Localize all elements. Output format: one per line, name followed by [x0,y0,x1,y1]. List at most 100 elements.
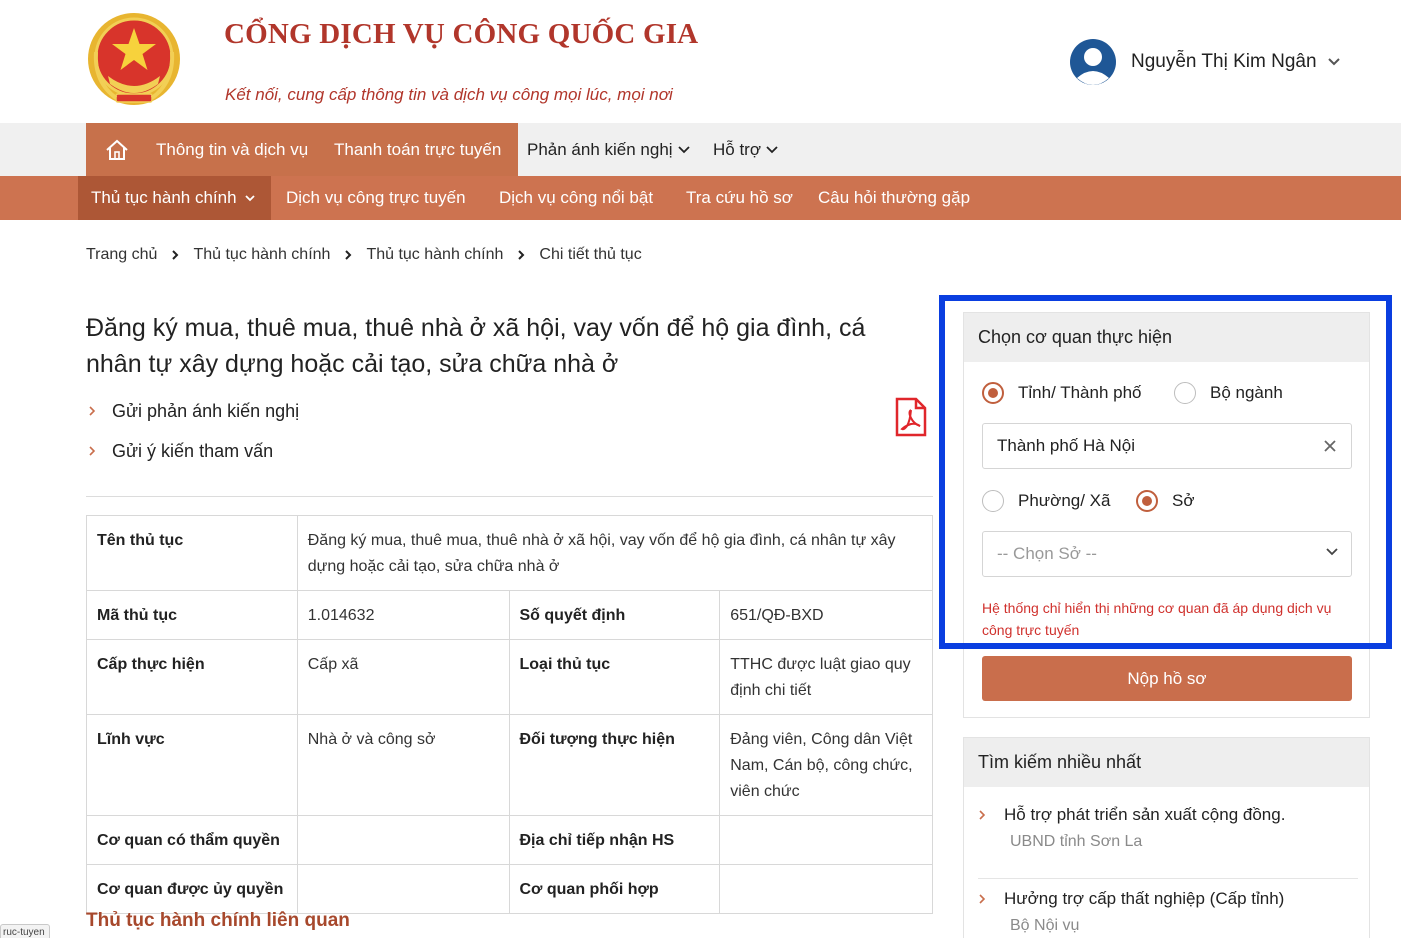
nav-faq[interactable]: Câu hỏi thường gặp [818,176,970,220]
popular-item-title: Hỗ trợ phát triển sản xuất cộng đồng. [1004,805,1286,824]
nav-online-payment[interactable]: Thanh toán trực tuyến [334,123,501,176]
nav-feedback[interactable]: Phản ánh kiến nghị [527,123,691,176]
table-value: 651/QĐ-BXD [719,590,933,640]
home-link[interactable] [104,123,130,176]
site-title[interactable]: CỔNG DỊCH VỤ CÔNG QUỐC GIA [224,18,698,51]
radio-checked-icon [982,382,1004,404]
province-select[interactable]: Thành phố Hà Nội [982,423,1352,469]
chevron-down-icon [766,145,778,153]
radio-ward[interactable]: Phường/ Xã [982,488,1110,514]
primary-nav: Thông tin và dịch vụ Thanh toán trực tuy… [0,123,1401,176]
breadcrumb-current: Chi tiết thủ tục [539,246,642,263]
chevron-down-icon [1326,548,1338,556]
pdf-icon[interactable] [894,396,928,438]
user-name: Nguyễn Thị Kim Ngân [1131,51,1317,72]
send-consultation-label: Gửi ý kiến tham vấn [112,440,274,461]
table-label: Lĩnh vực [86,714,298,816]
user-avatar-icon [1070,39,1116,85]
nav-admin-procedures[interactable]: Thủ tục hành chính [91,176,256,220]
chevron-right-icon [171,249,179,261]
breadcrumb-admin-procedures-2[interactable]: Thủ tục hành chính [366,246,503,264]
radio-unchecked-icon [982,490,1004,512]
table-label: Cấp thực hiện [86,639,298,715]
table-label: Cơ quan có thẩm quyền [86,815,298,865]
submit-dossier-button[interactable]: Nộp hồ sơ [982,656,1352,701]
chevron-right-icon [978,809,986,821]
related-procedures-title: Thủ tục hành chính liên quan [86,910,350,931]
table-label: Loại thủ tục [508,639,721,715]
nav-info-services[interactable]: Thông tin và dịch vụ [156,123,308,176]
table-row: Cơ quan có thẩm quyền Địa chỉ tiếp nhận … [86,815,933,865]
radio-province-label: Tỉnh/ Thành phố [1018,383,1142,402]
radio-unchecked-icon [1174,382,1196,404]
table-row: Cơ quan được ủy quyền Cơ quan phối hợp [86,864,933,914]
table-label: Mã thủ tục [86,590,298,640]
province-select-value: Thành phố Hà Nội [997,436,1135,455]
chevron-right-icon [88,405,96,417]
breadcrumb-home[interactable]: Trang chủ [86,246,157,264]
status-url-tooltip: ruc-tuyen [0,924,50,938]
popular-search-panel: Tìm kiếm nhiều nhất Hỗ trợ phát triển sả… [963,737,1370,938]
chevron-down-icon [244,195,255,202]
popular-item-title: Hưởng trợ cấp thất nghiệp (Cấp tỉnh) [1004,889,1285,908]
table-label: Địa chỉ tiếp nhận HS [508,815,721,865]
table-value [719,815,933,865]
radio-ministry[interactable]: Bộ ngành [1174,380,1283,406]
chevron-down-icon [1327,58,1340,66]
table-value [296,815,510,865]
table-value [719,864,933,914]
table-label: Số quyết định [508,590,721,640]
table-row: Cấp thực hiện Cấp xã Loại thủ tục TTHC đ… [86,639,933,715]
nav-online-public-services[interactable]: Dịch vụ công trực tuyến [286,176,466,220]
table-label: Đối tượng thực hiện [508,714,721,816]
site-header: CỔNG DỊCH VỤ CÔNG QUỐC GIA Kết nối, cung… [0,0,1401,123]
agency-panel-title: Chọn cơ quan thực hiện [964,313,1369,362]
agency-note: Hệ thống chỉ hiển thị những cơ quan đã á… [982,600,1332,638]
list-divider [978,878,1358,879]
clear-icon[interactable] [1321,437,1339,455]
chevron-right-icon [344,249,352,261]
radio-department-label: Sở [1172,491,1195,510]
table-row: Tên thủ tục Đăng ký mua, thuê mua, thuê … [86,515,934,591]
nav-featured-services[interactable]: Dịch vụ công nổi bật [499,176,653,220]
popular-item-agency: Bộ Nội vụ [1010,917,1080,934]
radio-department[interactable]: Sở [1136,488,1195,514]
procedure-title: Đăng ký mua, thuê mua, thuê nhà ở xã hội… [86,314,866,378]
nav-dossier-lookup[interactable]: Tra cứu hồ sơ [686,176,793,220]
department-select[interactable]: -- Chọn Sở -- [982,531,1352,577]
site-slogan: Kết nối, cung cấp thông tin và dịch vụ c… [225,85,673,104]
table-value: Nhà ở và công sở [296,714,510,816]
breadcrumb-admin-procedures[interactable]: Thủ tục hành chính [193,246,330,264]
list-item[interactable]: Hỗ trợ phát triển sản xuất cộng đồng. UB… [978,805,1358,851]
send-consultation-link[interactable]: Gửi ý kiến tham vấn [88,438,273,464]
list-item[interactable]: Hưởng trợ cấp thất nghiệp (Cấp tỉnh) Bộ … [978,889,1358,935]
send-feedback-link[interactable]: Gửi phản ánh kiến nghị [88,398,299,424]
user-menu[interactable]: Nguyễn Thị Kim Ngân [1069,38,1341,86]
radio-province[interactable]: Tỉnh/ Thành phố [982,380,1142,406]
content-divider [86,496,933,497]
table-value: Cấp xã [296,639,510,715]
table-label: Tên thủ tục [86,515,298,591]
nav-support[interactable]: Hỗ trợ [713,123,779,176]
nav-feedback-label: Phản ánh kiến nghị [527,139,673,159]
national-emblem-icon[interactable] [86,12,182,110]
chevron-down-icon [677,145,690,153]
table-value: TTHC được luật giao quy định chi tiết [719,639,933,715]
table-value [296,864,510,914]
breadcrumb: Trang chủ Thủ tục hành chính Thủ tục hàn… [86,244,642,266]
radio-ward-label: Phường/ Xã [1018,491,1111,510]
popular-item-agency: UBND tỉnh Sơn La [1010,833,1143,850]
nav-admin-procedures-label: Thủ tục hành chính [91,188,237,207]
secondary-nav: Thủ tục hành chính Dịch vụ công trực tuy… [0,176,1401,220]
popular-panel-title: Tìm kiếm nhiều nhất [964,738,1369,787]
agency-selection-panel: Chọn cơ quan thực hiện Tỉnh/ Thành phố B… [963,312,1370,718]
table-row: Lĩnh vực Nhà ở và công sở Đối tượng thực… [86,714,933,816]
table-value: Đăng ký mua, thuê mua, thuê nhà ở xã hội… [296,515,934,591]
table-value: 1.014632 [296,590,510,640]
chevron-right-icon [517,249,525,261]
chevron-right-icon [978,893,986,905]
send-feedback-label: Gửi phản ánh kiến nghị [112,400,300,421]
chevron-right-icon [88,445,96,457]
home-icon [106,139,128,160]
procedure-info-table: Tên thủ tục Đăng ký mua, thuê mua, thuê … [86,515,934,914]
